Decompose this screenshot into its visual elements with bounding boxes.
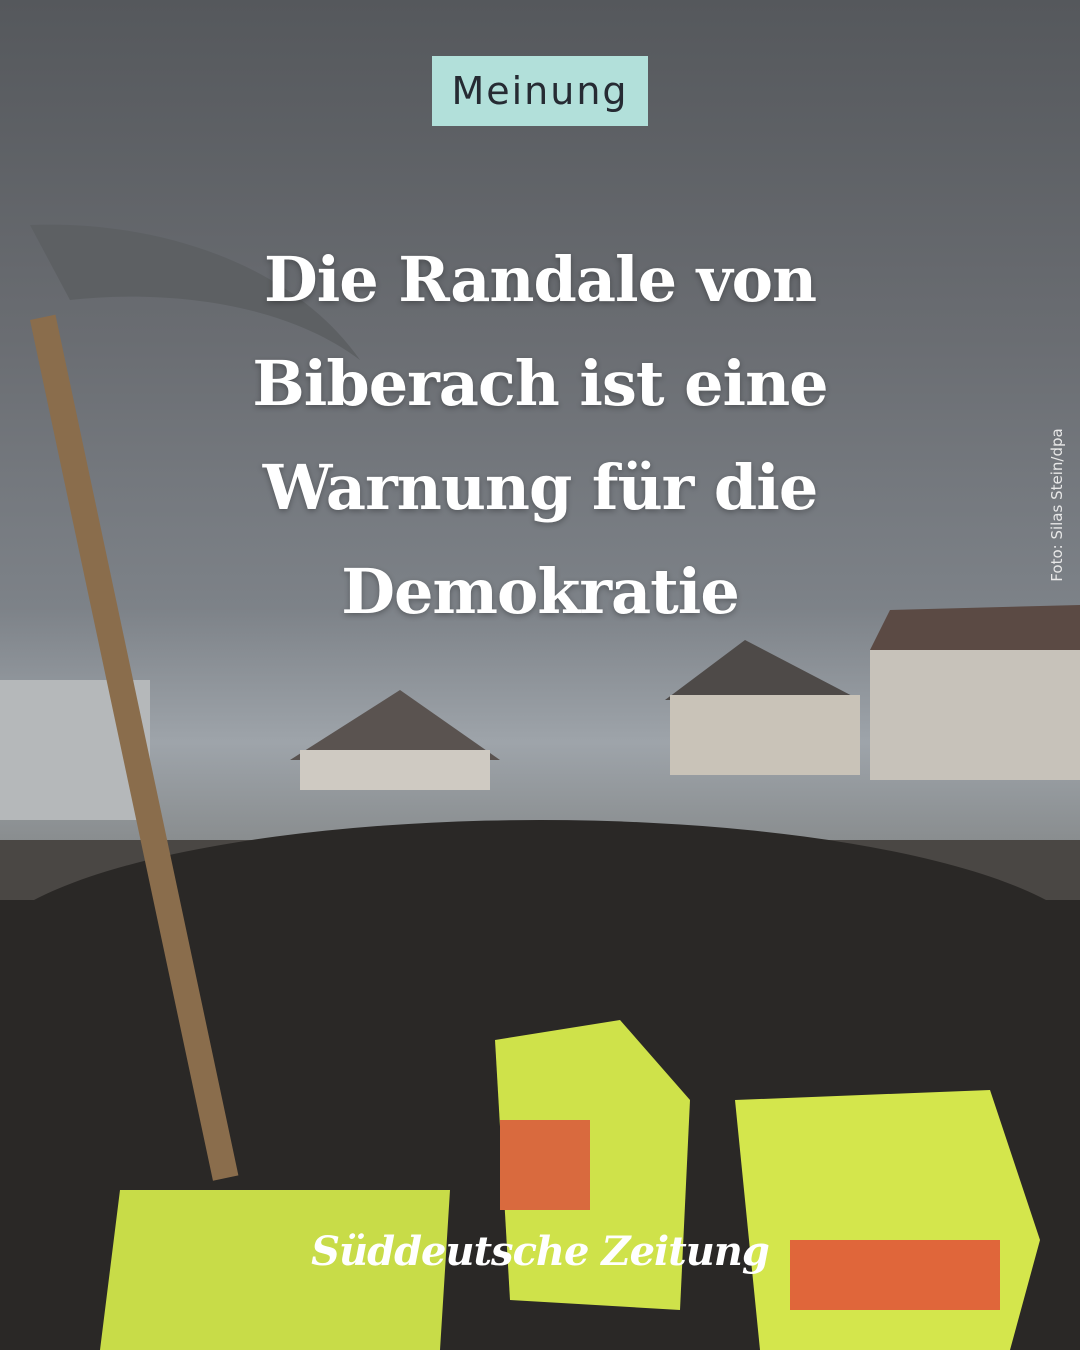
- headline-line: Die Randale von: [263, 243, 817, 316]
- headline-line: Demokratie: [341, 555, 740, 628]
- headline: Die Randale von Biberach ist eine Warnun…: [140, 228, 940, 644]
- headline-line: Biberach ist eine: [252, 347, 828, 420]
- category-label: Meinung: [451, 69, 629, 113]
- photo-credit: Foto: Silas Stein/dpa: [1048, 428, 1066, 582]
- background-photo: [0, 224, 1080, 1350]
- headline-line: Warnung für die: [262, 451, 819, 524]
- category-badge: Meinung: [432, 56, 648, 126]
- brand-logo: Süddeutsche Zeitung: [311, 1228, 770, 1275]
- social-post: Meinung Die Randale von Biberach ist ein…: [0, 0, 1080, 1350]
